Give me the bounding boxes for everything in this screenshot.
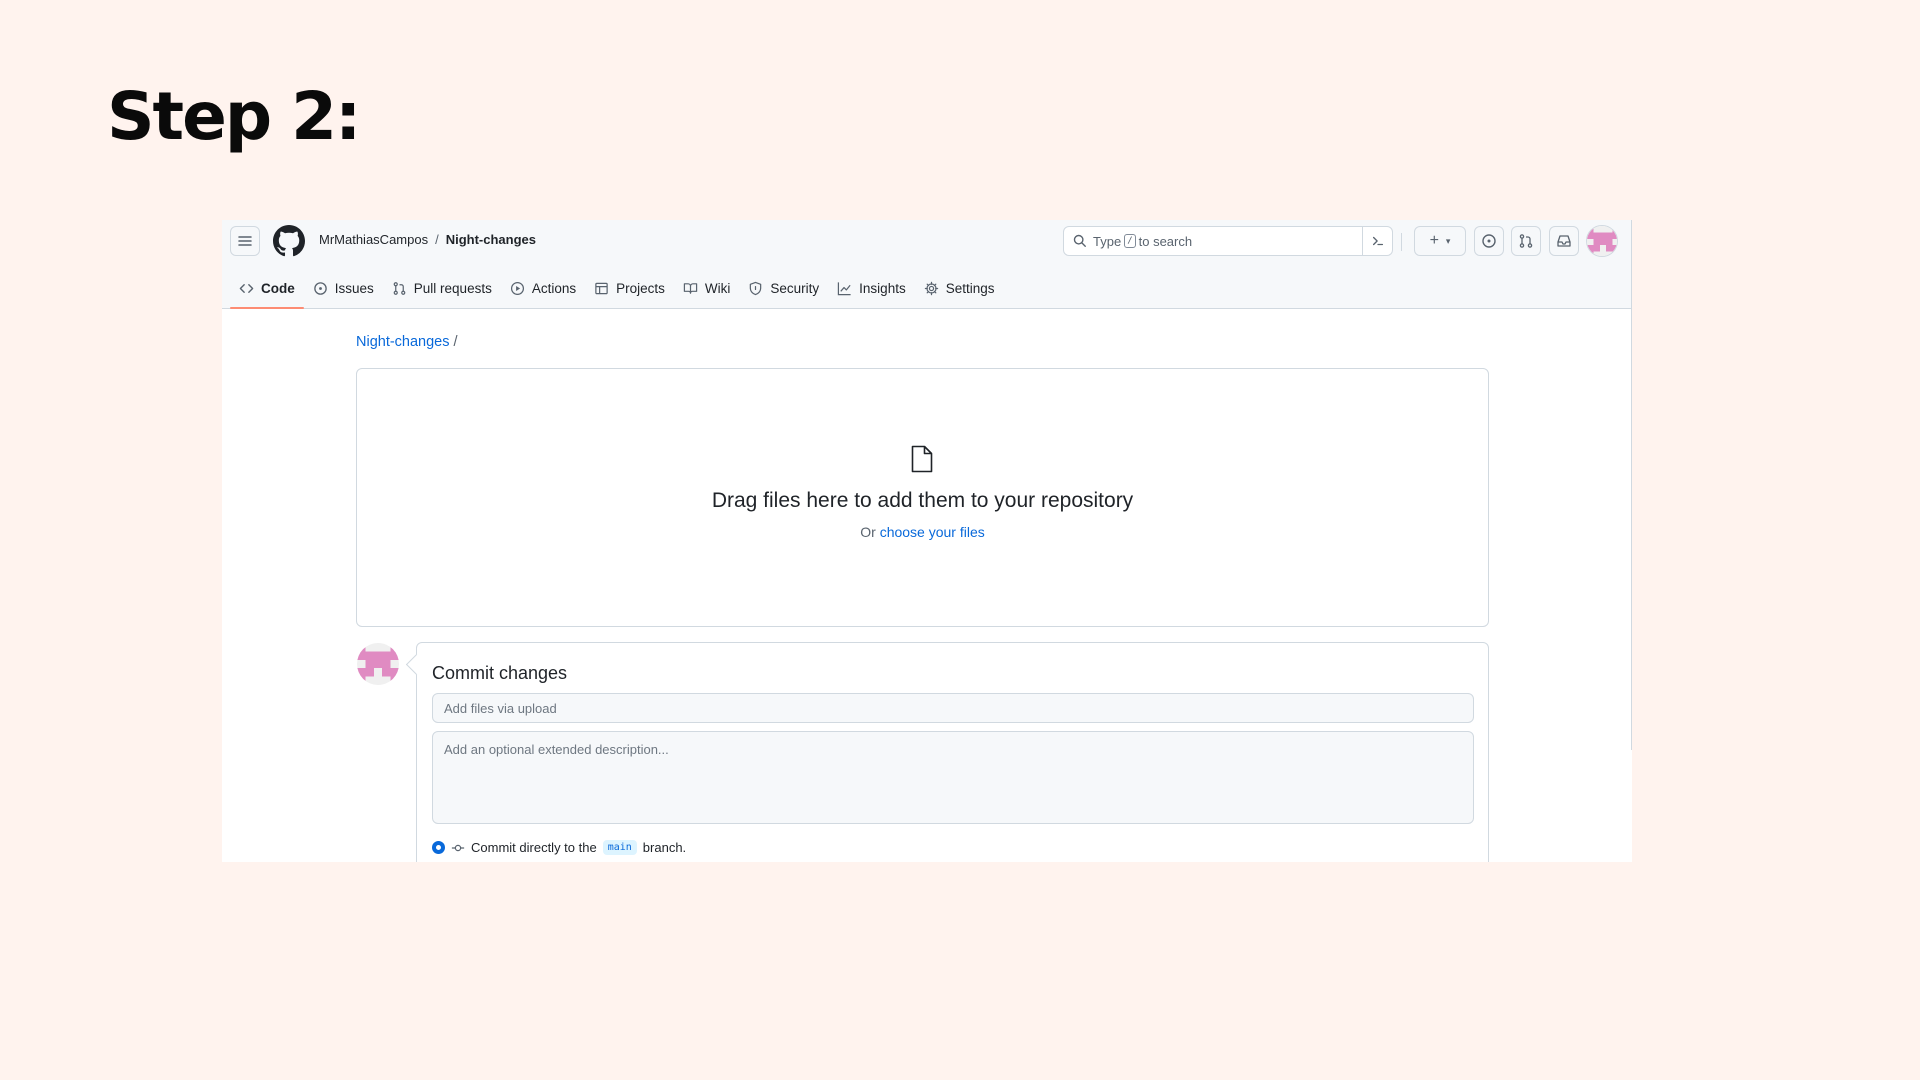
- create-new-button[interactable]: + ▾: [1414, 226, 1466, 256]
- github-logo-icon[interactable]: [273, 225, 305, 257]
- git-pull-request-icon: [1519, 234, 1533, 248]
- commit-author-avatar: [357, 643, 399, 685]
- tab-label: Wiki: [704, 280, 731, 296]
- breadcrumb-separator: /: [435, 232, 439, 247]
- gear-icon: [924, 281, 938, 295]
- tab-label: Security: [770, 280, 820, 296]
- inbox-button[interactable]: [1549, 226, 1579, 256]
- tab-security[interactable]: Security: [739, 275, 828, 301]
- identicon-icon: [1587, 226, 1617, 256]
- command-palette-button[interactable]: [1362, 227, 1392, 255]
- commit-directly-radio[interactable]: [432, 841, 445, 854]
- tab-projects[interactable]: Projects: [585, 275, 674, 301]
- branch-name: main: [602, 840, 637, 855]
- code-icon: [239, 283, 254, 293]
- or-text: Or: [860, 524, 876, 540]
- file-icon: [911, 445, 933, 473]
- branch-prefix-text: Commit directly to the: [471, 840, 597, 855]
- shield-icon: [750, 281, 762, 295]
- issue-opened-icon: [313, 281, 327, 295]
- table-icon: [595, 282, 608, 294]
- tab-actions[interactable]: Actions: [501, 275, 585, 301]
- dropzone-title: Drag files here to add them to your repo…: [711, 489, 1134, 512]
- graph-icon: [837, 281, 851, 295]
- book-icon: [683, 282, 698, 294]
- user-avatar[interactable]: [1586, 225, 1618, 257]
- tab-issues[interactable]: Issues: [304, 275, 383, 301]
- search-input[interactable]: Type / to search: [1063, 226, 1393, 256]
- repo-root-link[interactable]: Night-changes: [356, 334, 450, 350]
- triangle-down-icon: ▾: [1445, 235, 1451, 246]
- path-separator: /: [453, 334, 458, 350]
- search-placeholder-suffix: to search: [1138, 233, 1193, 249]
- hamburger-icon: [238, 236, 252, 246]
- pull-requests-button[interactable]: [1511, 226, 1541, 256]
- branch-suffix-text: branch.: [642, 840, 687, 855]
- commit-title: Commit changes: [432, 663, 568, 683]
- tab-wiki[interactable]: Wiki: [674, 275, 740, 301]
- commit-description-textarea[interactable]: [432, 731, 1474, 824]
- tab-label: Projects: [616, 280, 665, 296]
- terminal-icon: [1372, 236, 1383, 246]
- menu-button[interactable]: [230, 226, 260, 256]
- plus-icon: +: [1429, 232, 1439, 249]
- owner-link[interactable]: MrMathiasCampos: [319, 232, 428, 247]
- identicon-icon: [357, 643, 399, 685]
- search-icon: [1073, 234, 1086, 247]
- search-shortcut-key: /: [1124, 234, 1136, 248]
- tab-pull-requests[interactable]: Pull requests: [383, 275, 501, 301]
- tab-label: Pull requests: [413, 280, 492, 296]
- choose-files-link[interactable]: choose your files: [880, 524, 985, 540]
- git-pull-request-icon: [393, 281, 406, 295]
- tab-code[interactable]: Code: [230, 275, 304, 309]
- inbox-icon: [1557, 235, 1571, 247]
- tab-label: Settings: [945, 280, 995, 296]
- search-placeholder-prefix: Type: [1093, 233, 1122, 249]
- repo-tabs: Code Issues Pull requests Actions Projec…: [230, 275, 1003, 309]
- commit-summary-input[interactable]: [432, 693, 1474, 723]
- commit-directly-option[interactable]: Commit directly to the main branch.: [432, 840, 686, 855]
- repo-breadcrumb: MrMathiasCampos / Night-changes: [319, 232, 536, 247]
- header-divider: [1401, 233, 1402, 251]
- git-commit-icon: [451, 844, 465, 851]
- tab-label: Actions: [531, 280, 577, 296]
- issue-opened-icon: [1482, 234, 1496, 248]
- issues-button[interactable]: [1474, 226, 1504, 256]
- tab-label: Insights: [859, 280, 906, 296]
- repo-link[interactable]: Night-changes: [446, 232, 536, 247]
- file-path-breadcrumb: Night-changes /: [356, 334, 458, 350]
- tab-label: Issues: [334, 280, 374, 296]
- commit-form: Commit changes Commit directly to the ma…: [416, 642, 1489, 862]
- tab-label: Code: [261, 280, 295, 296]
- slide-title: Step 2:: [107, 78, 361, 155]
- file-dropzone[interactable]: Drag files here to add them to your repo…: [356, 368, 1489, 627]
- app-header: MrMathiasCampos / Night-changes Type / t…: [222, 220, 1632, 309]
- play-icon: [510, 281, 524, 295]
- dropzone-subtitle: Or choose your files: [357, 524, 1488, 540]
- tab-insights[interactable]: Insights: [828, 275, 915, 301]
- github-screenshot: MrMathiasCampos / Night-changes Type / t…: [222, 220, 1632, 862]
- tab-settings[interactable]: Settings: [915, 275, 1004, 301]
